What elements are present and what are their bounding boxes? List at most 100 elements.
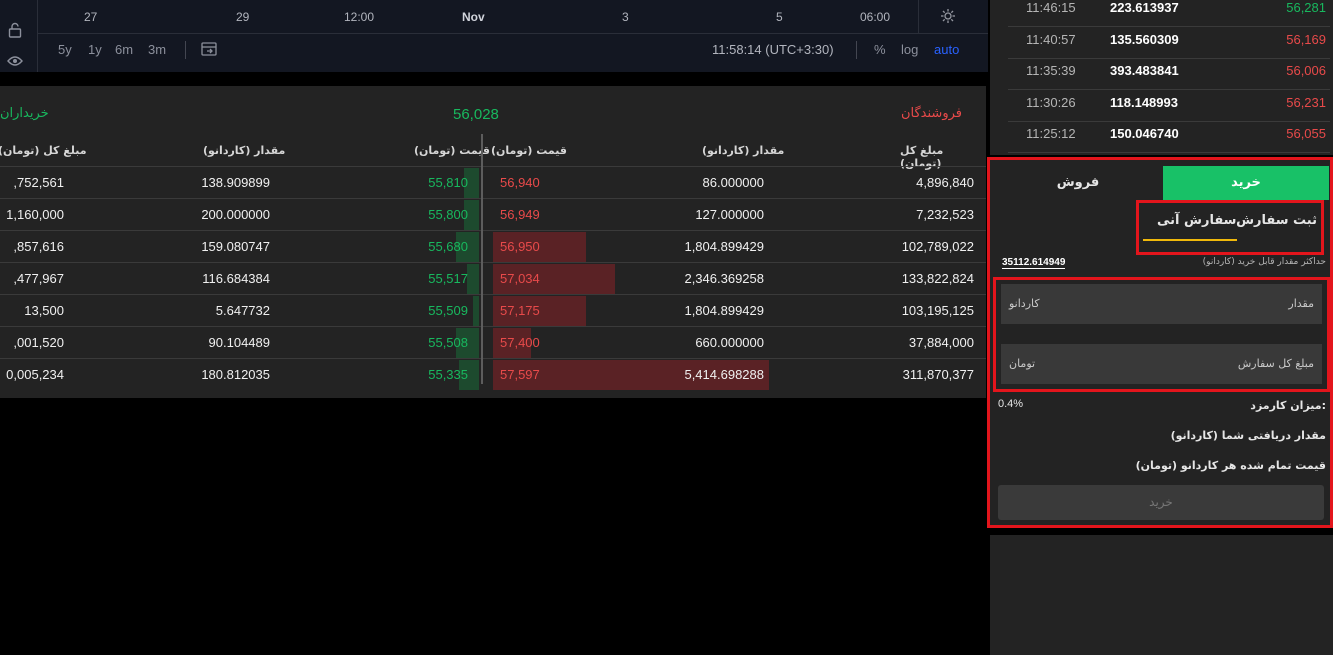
order-form: فروش خرید سفارش آنی ثبت سفارش حداکثر مقد…	[987, 157, 1333, 528]
max-buy-label: حداکثر مقدار قابل خرید (کاردانو)	[1202, 257, 1326, 267]
sell-price-cell: 56,950	[500, 239, 540, 254]
tab-buy[interactable]: خرید	[1163, 166, 1329, 200]
buy-amount-cell: 159.080747	[201, 239, 270, 254]
sellers-title: فروشندگان	[900, 106, 962, 121]
auto-scale-button[interactable]: auto	[934, 42, 959, 57]
range-6m-button[interactable]: 6m	[115, 42, 133, 57]
time-axis-tick: Nov	[462, 10, 485, 24]
time-axis: 27 29 12:00 Nov 3 5 06:00	[38, 0, 988, 34]
sell-amount-cell: 127.000000	[695, 207, 764, 222]
buyers-title: خریداران	[0, 106, 49, 121]
price-chart[interactable]: 27 29 12:00 Nov 3 5 06:00 5y 1y 6m 3m 11…	[38, 0, 988, 72]
buy-amount-cell: 90.104489	[208, 335, 270, 350]
trade-time: 11:25:12	[1026, 126, 1076, 141]
buy-total-header: مبلغ کل (تومان)	[0, 144, 87, 157]
buy-price-cell: 55,810	[428, 175, 468, 190]
order-book-row[interactable]: 1,160,000 200.000000 55,800 56,949 127.00000…	[0, 198, 986, 230]
total-field-unit: تومان	[1009, 357, 1036, 370]
max-buy-value[interactable]: 35112.614949	[1002, 257, 1066, 269]
date-range-icon[interactable]	[200, 40, 218, 61]
order-book-row[interactable]: ,857,616 159.080747 55,680 56,950 1,804.8994…	[0, 230, 986, 262]
sell-amount-cell: 86.000000	[702, 175, 764, 190]
order-inputs: مقدار کاردانو مبلغ کل سفارش تومان	[993, 277, 1330, 392]
buy-total-cell: 13,500	[24, 303, 64, 318]
amount-field-label: مقدار	[1288, 297, 1314, 310]
buy-amount-cell: 200.000000	[201, 207, 270, 222]
trade-price: 56,281	[1286, 0, 1326, 15]
bottom-panel	[990, 535, 1333, 655]
sell-amount-cell: 660.000000	[695, 335, 764, 350]
sell-amount-cell: 5,414.698288	[684, 367, 764, 382]
buy-total-cell: ,857,616	[13, 239, 64, 254]
order-book-divider	[481, 134, 483, 384]
tab-sell[interactable]: فروش	[995, 166, 1161, 200]
chart-bottom-toolbar: 5y 1y 6m 3m 11:58:14 (UTC+3:30) % log au…	[38, 35, 988, 65]
side-tabs: فروش خرید	[995, 166, 1329, 202]
order-book-row[interactable]: ,001,520 90.104489 55,508 57,400 660.000000 3…	[0, 326, 986, 358]
range-1y-button[interactable]: 1y	[88, 42, 102, 57]
sell-price-cell: 56,949	[500, 207, 540, 222]
trade-time: 11:46:15	[1026, 0, 1076, 15]
buy-price-header: قیمت (تومان)	[414, 144, 490, 157]
trade-time: 11:30:26	[1026, 94, 1076, 110]
buy-depth-bar	[473, 296, 479, 326]
order-book-row[interactable]: ,477,967 116.684384 55,517 57,034 2,346.3692…	[0, 262, 986, 294]
buy-submit-button[interactable]: خرید	[998, 485, 1324, 520]
order-book-row[interactable]: 0,005,234 180.812035 55,335 57,597 5,414.698…	[0, 358, 986, 390]
trade-row: 11:30:26 118.148993 56,231	[1008, 91, 1330, 122]
buy-total-cell: 1,160,000	[6, 207, 64, 222]
trade-price: 56,169	[1286, 31, 1326, 47]
sell-total-cell: 133,822,824	[901, 271, 974, 286]
buy-price-cell: 55,680	[428, 239, 468, 254]
buy-price-cell: 55,517	[428, 271, 468, 286]
active-tab-indicator	[1143, 239, 1237, 241]
tab-market-order[interactable]: سفارش آنی	[1157, 213, 1236, 228]
toolbar-divider	[185, 41, 186, 59]
buy-total-cell: 0,005,234	[6, 367, 64, 382]
buy-total-cell: ,752,561	[13, 175, 64, 190]
sell-price-cell: 57,597	[500, 367, 540, 382]
range-3m-button[interactable]: 3m	[148, 42, 166, 57]
total-field-label: مبلغ کل سفارش	[1237, 357, 1314, 370]
buy-amount-header: مقدار (کاردانو)	[203, 144, 286, 157]
percent-scale-button[interactable]: %	[874, 42, 886, 57]
amount-field[interactable]: مقدار کاردانو	[1001, 284, 1322, 324]
order-type-tabs: سفارش آنی ثبت سفارش	[1136, 200, 1324, 255]
last-price: 56,028	[453, 106, 499, 123]
sell-amount-cell: 1,804.899429	[684, 303, 764, 318]
order-book-row[interactable]: 13,500 5.647732 55,509 57,175 1,804.899429 10…	[0, 294, 986, 326]
time-axis-tick: 29	[236, 10, 250, 24]
chart-settings-icon[interactable]	[940, 8, 956, 28]
total-field[interactable]: مبلغ کل سفارش تومان	[1001, 344, 1322, 384]
eye-icon[interactable]	[6, 54, 24, 72]
trade-amount: 393.483841	[1110, 63, 1179, 78]
tab-limit-order[interactable]: ثبت سفارش	[1236, 213, 1317, 228]
trade-row: 11:46:15 223.613937 56,281	[1008, 0, 1330, 27]
axis-divider	[918, 0, 919, 34]
order-book-row[interactable]: ,752,561 138.909899 55,810 56,940 86.000000 4…	[0, 166, 986, 198]
trade-time: 11:35:39	[1026, 63, 1076, 78]
trade-amount: 150.046740	[1110, 126, 1179, 141]
trade-price: 56,055	[1286, 126, 1326, 141]
unit-price-label: قیمت تمام شده هر کاردانو (تومان)	[1135, 459, 1326, 472]
sell-total-cell: 103,195,125	[901, 303, 974, 318]
toolbar-divider	[856, 41, 857, 59]
sell-total-cell: 7,232,523	[916, 207, 974, 222]
sell-price-cell: 57,400	[500, 335, 540, 350]
sell-amount-cell: 1,804.899429	[684, 239, 764, 254]
lock-icon[interactable]	[6, 22, 24, 40]
time-axis-tick: 12:00	[344, 10, 375, 24]
buy-amount-cell: 5.647732	[215, 303, 270, 318]
sell-total-cell: 4,896,840	[916, 175, 974, 190]
sell-total-cell: 102,789,022	[901, 239, 974, 254]
buy-price-cell: 55,509	[428, 303, 468, 318]
sell-price-header: قیمت (تومان)	[491, 144, 567, 157]
trade-price: 56,231	[1286, 94, 1326, 110]
trade-time: 11:40:57	[1026, 31, 1076, 47]
log-scale-button[interactable]: log	[901, 42, 918, 57]
trade-amount: 223.613937	[1110, 0, 1179, 15]
buy-total-cell: ,001,520	[13, 335, 64, 350]
range-5y-button[interactable]: 5y	[58, 42, 72, 57]
buy-amount-cell: 180.812035	[201, 367, 270, 382]
buy-amount-cell: 138.909899	[201, 175, 270, 190]
